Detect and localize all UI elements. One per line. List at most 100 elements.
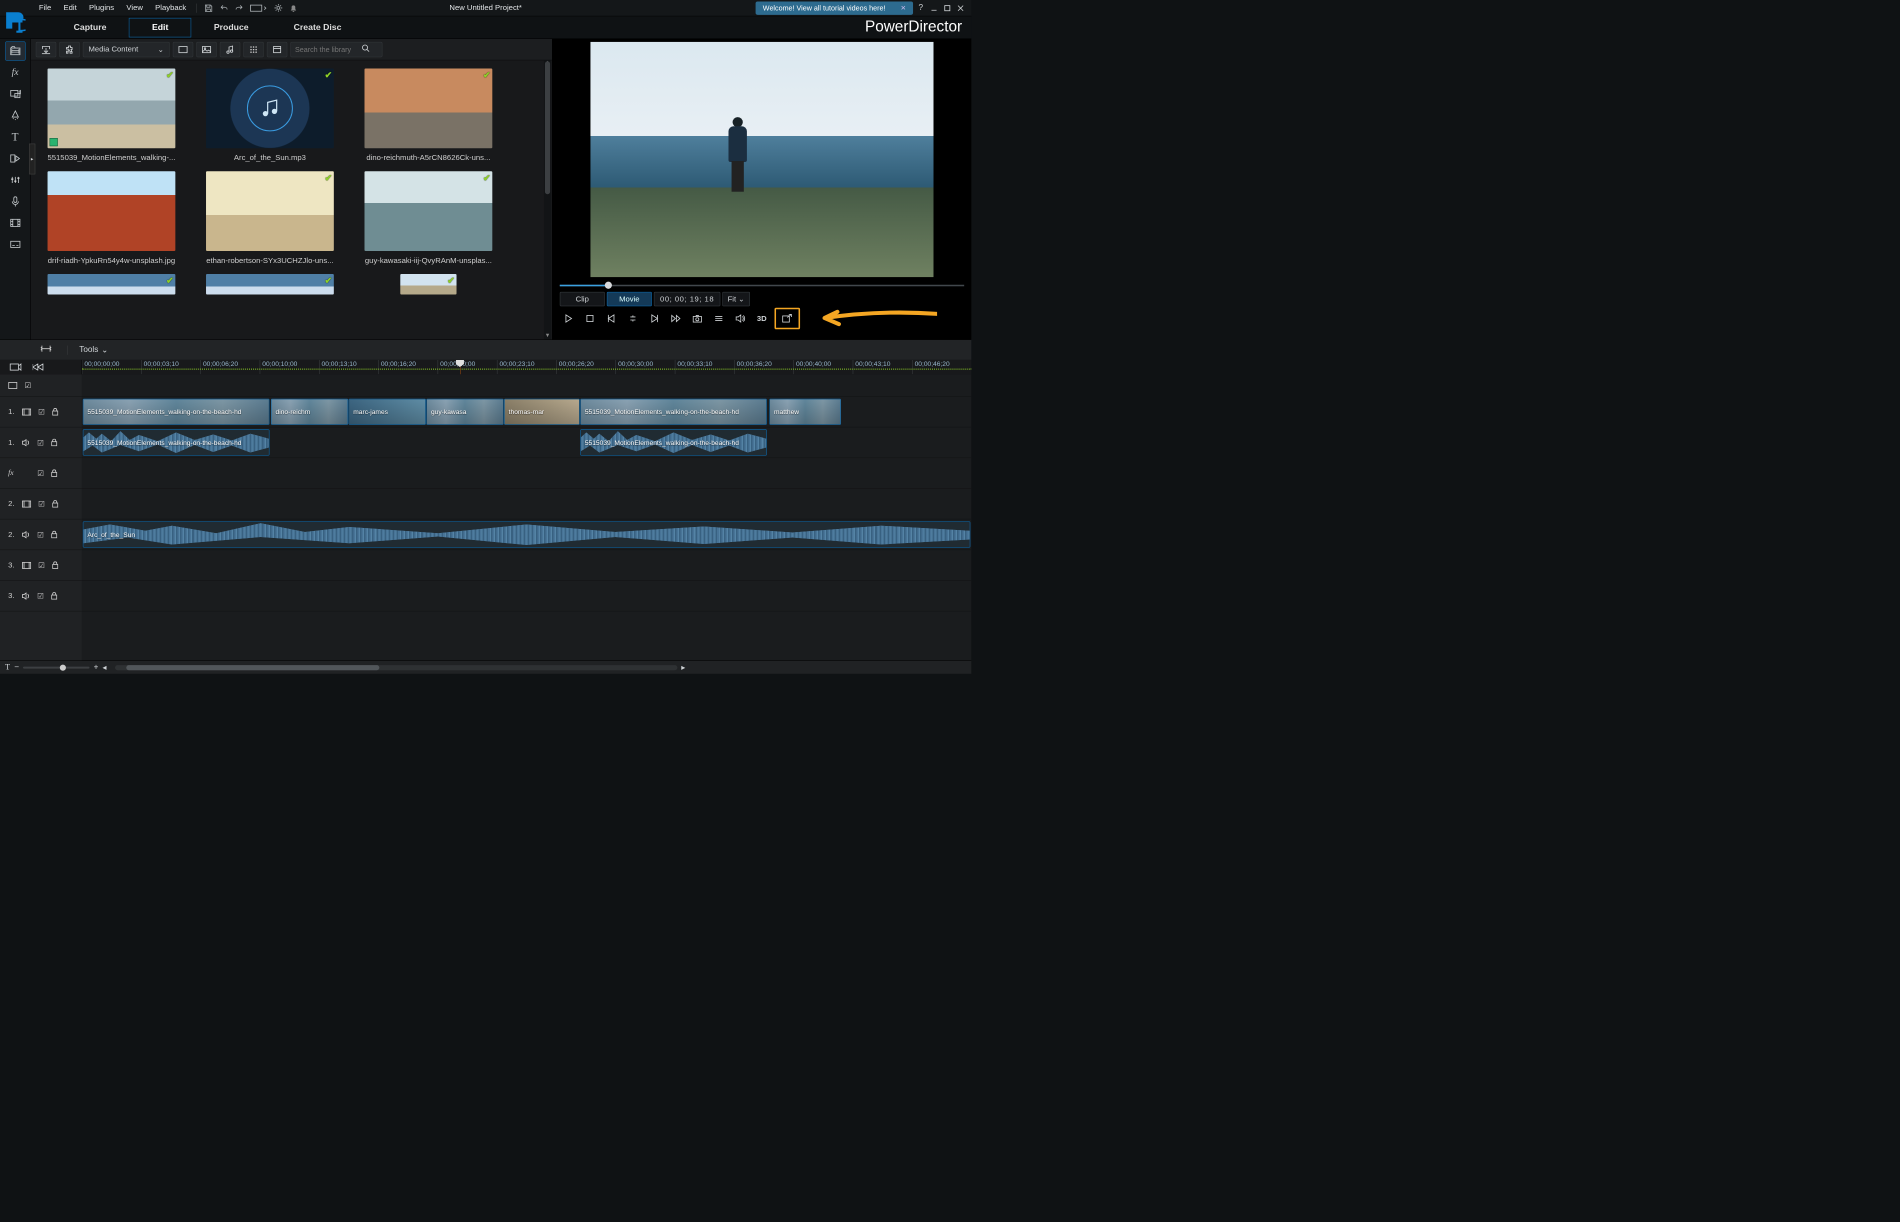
particle-room-icon[interactable] — [5, 106, 24, 124]
preview-seek-slider[interactable] — [560, 280, 964, 290]
seek-knob[interactable] — [605, 282, 612, 289]
track-visible-checkbox[interactable]: ☑ — [38, 407, 45, 416]
track-area[interactable]: 5515039_MotionElements_walking-on-the-be… — [82, 374, 972, 660]
timeline-clip[interactable]: thomas-mar — [504, 399, 580, 425]
fx-track[interactable] — [82, 458, 972, 489]
track-visible-checkbox[interactable]: ☑ — [37, 438, 44, 447]
lock-icon[interactable] — [51, 469, 57, 477]
filter-video-icon[interactable] — [173, 42, 193, 57]
timeline-audio-clip[interactable]: 5515039_MotionElements_walking-on-the-be… — [83, 429, 270, 455]
library-item[interactable]: ✔ 5515039_MotionElements_walking-... — [40, 69, 183, 163]
audio-track-3[interactable] — [82, 581, 972, 612]
trim-handles-icon[interactable] — [36, 341, 56, 358]
menu-playback[interactable]: Playback — [150, 2, 191, 15]
aspect-ratio-selector[interactable] — [248, 1, 269, 14]
library-item[interactable]: ✔ — [198, 274, 341, 294]
audio-track-2[interactable]: Arc_of_the_Sun — [82, 519, 972, 550]
volume-icon[interactable] — [732, 310, 749, 327]
undock-preview-icon[interactable] — [775, 308, 801, 329]
tab-produce[interactable]: Produce — [191, 18, 271, 36]
playhead[interactable] — [460, 360, 461, 374]
tools-menu[interactable]: Tools ⌄ — [79, 345, 108, 355]
menu-plugins[interactable]: Plugins — [84, 2, 119, 15]
track-visible-checkbox[interactable]: ☑ — [38, 561, 45, 570]
track-visible-checkbox[interactable]: ☑ — [25, 381, 32, 390]
view-grid-icon[interactable] — [243, 42, 263, 57]
track-visible-checkbox[interactable]: ☑ — [37, 530, 44, 539]
clip-mode-button[interactable]: Clip — [560, 292, 605, 306]
close-banner-icon[interactable]: × — [901, 3, 906, 13]
chapter-room-icon[interactable] — [5, 214, 24, 232]
timecode-display[interactable]: 00; 00; 19; 18 — [654, 292, 720, 306]
library-item[interactable]: ✔ guy-kawasaki-iij-QvyRAnM-unsplas... — [357, 171, 500, 265]
maximize-icon[interactable] — [942, 2, 953, 13]
play-icon[interactable] — [560, 310, 577, 327]
timeline-clip[interactable]: 5515039_MotionElements_walking-on-the-be… — [580, 399, 767, 425]
menu-file[interactable]: File — [34, 2, 57, 15]
track-visible-checkbox[interactable]: ☑ — [37, 591, 44, 600]
zoom-in-icon[interactable]: + — [94, 663, 99, 672]
tab-edit[interactable]: Edit — [129, 18, 191, 37]
next-frame-icon[interactable] — [646, 310, 663, 327]
timeline-clip[interactable]: dino-reichm — [271, 399, 348, 425]
timeline-clip[interactable]: marc-james — [349, 399, 426, 425]
menu-view[interactable]: View — [121, 2, 148, 15]
filter-image-icon[interactable] — [196, 42, 216, 57]
import-media-icon[interactable] — [36, 42, 56, 57]
minimize-icon[interactable] — [928, 2, 939, 13]
step-options-icon[interactable] — [624, 310, 641, 327]
video-track-1[interactable]: 5515039_MotionElements_walking-on-the-be… — [82, 397, 972, 428]
lock-icon[interactable] — [52, 500, 58, 508]
close-window-icon[interactable] — [955, 2, 966, 13]
media-room-icon[interactable] — [5, 42, 24, 60]
library-item[interactable]: ✔ ethan-robertson-SYx3UCHZJlo-uns... — [198, 171, 341, 265]
audio-mix-room-icon[interactable] — [5, 171, 24, 189]
track-visible-checkbox[interactable]: ☑ — [37, 469, 44, 478]
master-track[interactable] — [82, 374, 972, 396]
lock-icon[interactable] — [51, 531, 57, 539]
timeline-audio-clip[interactable]: 5515039_MotionElements_walking-on-the-be… — [580, 429, 767, 455]
timeline-clip[interactable]: 5515039_MotionElements_walking-on-the-be… — [83, 399, 270, 425]
timeline-clip[interactable]: matthew — [769, 399, 841, 425]
title-room-icon[interactable]: T — [5, 128, 24, 146]
undo-icon[interactable] — [217, 1, 230, 14]
timeline-h-scrollbar[interactable] — [115, 665, 677, 670]
audio-track-1[interactable]: 5515039_MotionElements_walking-on-the-be… — [82, 427, 972, 458]
save-icon[interactable] — [202, 1, 215, 14]
movie-mode-icon[interactable] — [9, 363, 21, 371]
add-track-icon[interactable]: T — [5, 663, 10, 672]
library-filter-select[interactable]: Media Content ⌄ — [83, 42, 170, 57]
go-start-icon[interactable] — [33, 363, 44, 370]
three-d-button[interactable]: 3D — [753, 310, 770, 327]
scroll-left-icon[interactable]: ◂ — [102, 662, 106, 672]
library-item[interactable]: ✔ — [40, 274, 183, 294]
stop-icon[interactable] — [581, 310, 598, 327]
scroll-down-icon[interactable]: ▼ — [545, 332, 551, 338]
pip-room-icon[interactable] — [5, 85, 24, 103]
preview-viewport[interactable] — [560, 42, 964, 277]
library-item[interactable]: ✔ Arc_of_the_Sun.mp3 — [198, 69, 341, 163]
track-visible-checkbox[interactable]: ☑ — [38, 499, 45, 508]
timeline-music-clip[interactable]: Arc_of_the_Sun — [83, 521, 970, 547]
help-icon[interactable]: ? — [915, 2, 926, 13]
search-icon[interactable] — [361, 44, 369, 55]
lock-icon[interactable] — [51, 592, 57, 600]
tab-create-disc[interactable]: Create Disc — [271, 18, 364, 36]
movie-mode-button[interactable]: Movie — [607, 292, 652, 306]
settings-icon[interactable] — [272, 1, 285, 14]
library-item[interactable]: drif-riadh-YpkuRn54y4w-unsplash.jpg — [40, 171, 183, 265]
redo-icon[interactable] — [233, 1, 246, 14]
fx-room-icon[interactable]: fx — [5, 63, 24, 81]
scroll-right-icon[interactable]: ▸ — [681, 662, 685, 672]
timeline-clip[interactable]: guy-kawasa — [426, 399, 503, 425]
timeline-zoom-slider[interactable] — [23, 666, 89, 668]
transition-room-icon[interactable] — [5, 149, 24, 167]
lock-icon[interactable] — [52, 561, 58, 569]
notifications-icon[interactable] — [287, 1, 300, 14]
timeline-ruler[interactable]: 00;00;00;00 00;00;03;10 00;00;06;20 00;0… — [82, 360, 972, 374]
filter-audio-icon[interactable] — [220, 42, 240, 57]
scroll-thumb[interactable] — [545, 61, 550, 194]
subtitle-room-icon[interactable] — [5, 235, 24, 253]
library-item[interactable]: ✔ — [400, 274, 456, 294]
view-menu-icon[interactable] — [267, 42, 287, 57]
